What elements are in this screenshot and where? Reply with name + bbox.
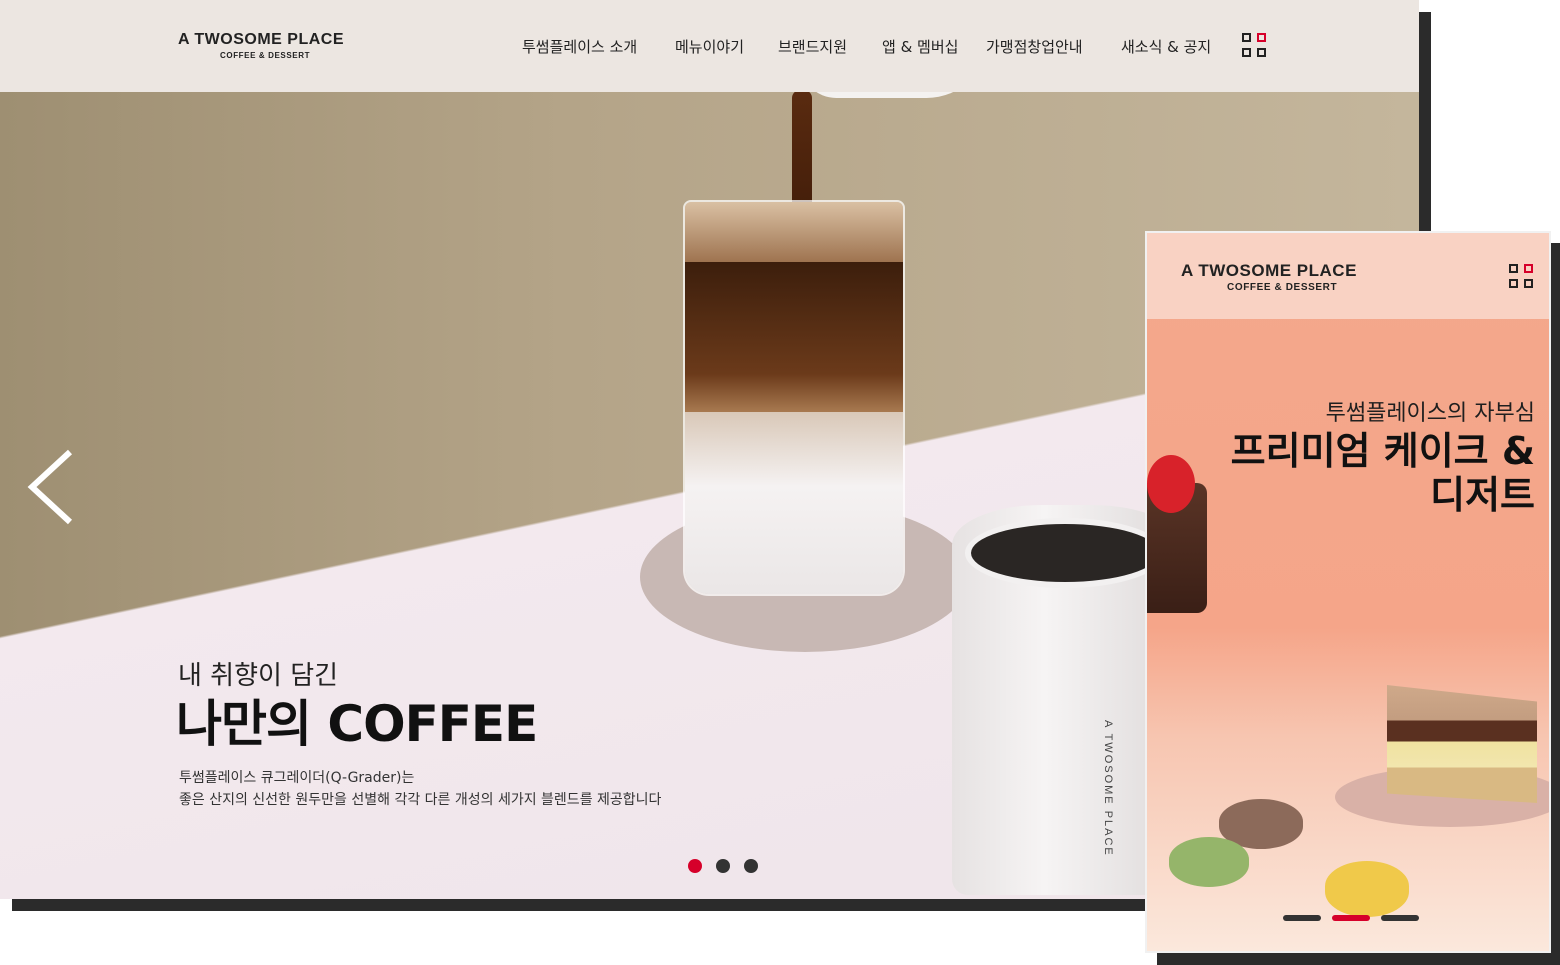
logo-subtitle: COFFEE & DESSERT [220, 51, 311, 60]
cup-brand-text: A TWOSOME PLACE [1102, 720, 1114, 857]
hero-description: 투썸플레이스 큐그레이더(Q-Grader)는 좋은 산지의 신선한 원두만을 … [179, 767, 661, 811]
hero-description-line: 투썸플레이스 큐그레이더(Q-Grader)는 [179, 770, 415, 786]
iced-latte-image [683, 200, 905, 596]
mobile-slider-bar[interactable] [1381, 915, 1419, 921]
mobile-slider-bar[interactable] [1332, 915, 1370, 921]
desktop-header: A TWOSOME PLACE COFFEE & DESSERT 투썸플레이스 … [0, 0, 1419, 92]
mobile-heading-line: 디저트 [1430, 473, 1535, 517]
hero-description-line: 좋은 산지의 신선한 원두만을 선별해 각각 다른 개성의 세가지 블렌드를 제… [179, 792, 662, 808]
nav-item-app[interactable]: 앱 & 멤버십 [882, 36, 958, 57]
mobile-slider-bar[interactable] [1283, 915, 1321, 921]
mobile-preview: A TWOSOME PLACE COFFEE & DESSERT 투썸플레이스의… [1145, 231, 1551, 953]
nav-item-brand[interactable]: 브랜드지원 [778, 36, 847, 57]
logo[interactable]: A TWOSOME PLACE [178, 31, 344, 49]
nav-item-menu[interactable]: 메뉴이야기 [675, 36, 744, 57]
nav-item-franchise[interactable]: 가맹점창업안내 [986, 36, 1083, 57]
mobile-heading-line: 프리미엄 케이크 & [1230, 429, 1535, 473]
mobile-header: A TWOSOME PLACE COFFEE & DESSERT [1147, 233, 1549, 319]
cup-coffee-surface [965, 518, 1165, 588]
slider-dot[interactable] [744, 859, 758, 873]
slider-dot[interactable] [716, 859, 730, 873]
mobile-subheading: 투썸플레이스의 자부심 [1325, 401, 1535, 426]
chevron-left-icon[interactable] [26, 448, 76, 526]
slider-dot[interactable] [688, 859, 702, 873]
grid-menu-icon[interactable] [1509, 264, 1535, 290]
nav-item-news[interactable]: 새소식 & 공지 [1121, 36, 1211, 57]
mobile-heading: 프리미엄 케이크 & 디저트 [1231, 429, 1535, 517]
hero-heading: 나만의 COFFEE [176, 695, 538, 753]
mobile-logo[interactable]: A TWOSOME PLACE [1181, 261, 1357, 281]
macaron-image [1169, 837, 1249, 887]
strawberry-image [1147, 455, 1195, 513]
cheesecake-image [1387, 685, 1537, 803]
macaron-image [1325, 861, 1409, 917]
mobile-logo-subtitle: COFFEE & DESSERT [1227, 282, 1338, 293]
grid-menu-icon[interactable] [1242, 33, 1268, 59]
nav-item-about[interactable]: 투썸플레이스 소개 [522, 36, 637, 57]
